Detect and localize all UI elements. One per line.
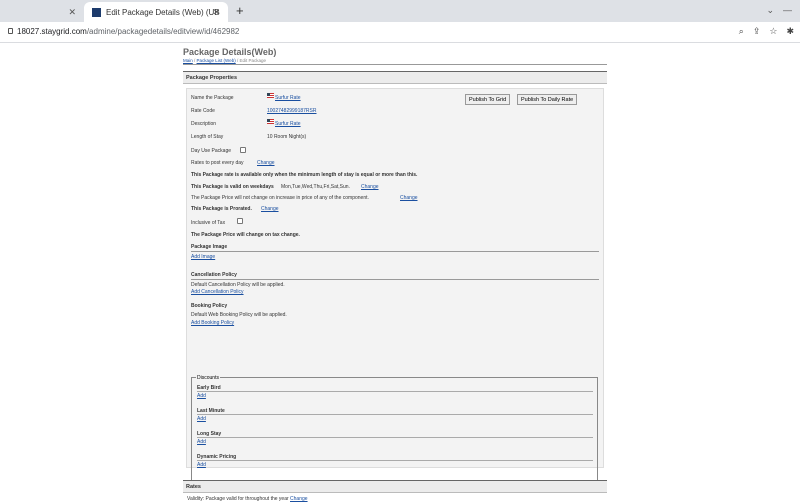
rates-change-link[interactable]: Change <box>257 160 275 166</box>
description-label: Description <box>191 121 217 127</box>
rates-every-day-label: Rates to post every day <box>191 160 244 166</box>
new-tab-icon[interactable]: + <box>236 3 244 18</box>
bookmark-star-icon[interactable]: ☆ <box>769 26 777 37</box>
publish-to-grid-button[interactable]: Publish To Grid <box>465 94 511 105</box>
section-heading-properties: Package Properties <box>183 71 607 84</box>
url-path: /admine/packagedetails/editview/id/46298… <box>86 27 240 36</box>
add-early-bird-link[interactable]: Add <box>197 393 206 399</box>
url-host: 18027.staygrid.com <box>17 27 87 36</box>
prorated-text: This Package is Prorated. <box>191 206 252 212</box>
minimize-icon[interactable]: — <box>783 5 792 15</box>
add-last-minute-link[interactable]: Add <box>197 416 206 422</box>
close-tab-icon[interactable]: ✕ <box>212 7 220 18</box>
tab-active[interactable]: Edit Package Details (Web) (UB ✕ <box>84 2 228 22</box>
validity-value: Package valid for throughout the year <box>205 496 289 502</box>
length-value: 10 Room Night(s) <box>267 134 307 140</box>
lock-icon[interactable] <box>8 28 13 34</box>
close-tab-icon[interactable]: ✕ <box>68 7 76 18</box>
publish-to-daily-rate-button[interactable]: Publish To Daily Rate <box>517 94 578 105</box>
tab-search-icon[interactable]: ⌄ <box>766 5 774 16</box>
package-name-link[interactable]: Surfur Rate <box>267 93 301 101</box>
package-details-page: Package Details(Web) Main / Package List… <box>183 43 607 502</box>
validity-text: Validity: Package valid for throughout t… <box>187 496 308 502</box>
package-image-heading: Package Image <box>191 244 599 252</box>
share-icon[interactable]: ⇪ <box>753 26 761 37</box>
length-label: Length of Stay <box>191 134 224 140</box>
price-change-link[interactable]: Change <box>400 195 418 201</box>
inclusive-tax-checkbox[interactable] <box>237 218 243 224</box>
add-long-stay-link[interactable]: Add <box>197 439 206 445</box>
tab-previous[interactable]: ✕ <box>0 2 84 22</box>
breadcrumb-current: Edit Package <box>239 58 267 63</box>
weekdays-label: This Package is valid on weekdays <box>191 184 274 190</box>
day-use-label: Day Use Package <box>191 148 232 154</box>
discounts-fieldset: Discounts Early Bird Add Last Minute Add… <box>191 375 598 481</box>
discount-last-minute-label: Last Minute <box>197 408 593 415</box>
breadcrumb-package-list[interactable]: Package List (Web) <box>197 58 236 63</box>
title-divider <box>183 64 607 65</box>
cancellation-policy-text: Default Cancellation Policy will be appl… <box>191 282 285 288</box>
prorated-change-link[interactable]: Change <box>261 206 279 212</box>
add-cancellation-policy-link[interactable]: Add Cancellation Policy <box>191 289 244 295</box>
breadcrumb-main[interactable]: Main <box>183 58 193 63</box>
discount-long-stay-label: Long Stay <box>197 431 593 438</box>
day-use-checkbox[interactable] <box>240 147 246 153</box>
zoom-icon[interactable]: ⌕ <box>739 26 744 37</box>
description-value: Surfur Rate <box>275 121 301 127</box>
favicon-icon <box>92 7 101 17</box>
breadcrumb: Main / Package List (Web) / Edit Package <box>183 58 267 63</box>
name-label: Name the Package <box>191 95 234 101</box>
add-booking-policy-link[interactable]: Add Booking Policy <box>191 320 234 326</box>
description-link[interactable]: Surfur Rate <box>267 119 301 127</box>
us-flag-icon <box>267 93 274 98</box>
discount-early-bird-label: Early Bird <box>197 385 593 392</box>
price-tax-change-text: The Package Price will change on tax cha… <box>191 232 300 238</box>
validity-change-link[interactable]: Change <box>290 496 308 502</box>
add-image-link[interactable]: Add Image <box>191 254 215 260</box>
extensions-icon[interactable]: ✱ <box>786 26 794 37</box>
section-heading-rates: Rates <box>183 480 607 493</box>
tab-bar: ✕ Edit Package Details (Web) (UB ✕ + ⌄ — <box>0 0 800 22</box>
booking-policy-text: Default Web Booking Policy will be appli… <box>191 312 287 318</box>
weekdays-change-link[interactable]: Change <box>361 184 379 190</box>
cancellation-policy-heading: Cancellation Policy <box>191 272 599 280</box>
discount-dynamic-pricing-label: Dynamic Pricing <box>197 454 593 461</box>
discounts-legend: Discounts <box>196 375 220 381</box>
rate-code-link[interactable]: 10027482999187RSR <box>267 108 317 114</box>
package-name-value: Surfur Rate <box>275 95 301 101</box>
rate-code-label: Rate Code <box>191 108 215 114</box>
page-title: Package Details(Web) <box>183 47 277 57</box>
url-display[interactable]: 18027.staygrid.com/admine/packagedetails… <box>8 27 239 36</box>
validity-label: Validity: <box>187 496 205 502</box>
booking-policy-heading: Booking Policy <box>191 303 228 309</box>
add-dynamic-pricing-link[interactable]: Add <box>197 462 206 468</box>
weekdays-value: Mon,Tue,Wed,Thu,Fri,Sat,Sun. <box>281 184 350 190</box>
us-flag-icon <box>267 119 274 124</box>
inclusive-tax-label: Inclusive of Tax <box>191 220 226 226</box>
address-bar[interactable]: 18027.staygrid.com/admine/packagedetails… <box>0 22 800 43</box>
price-no-change-text: The Package Price will not change on inc… <box>191 195 369 201</box>
min-stay-text: This Package rate is available only when… <box>191 172 418 178</box>
active-tab-title: Edit Package Details (Web) (UB <box>106 7 220 17</box>
